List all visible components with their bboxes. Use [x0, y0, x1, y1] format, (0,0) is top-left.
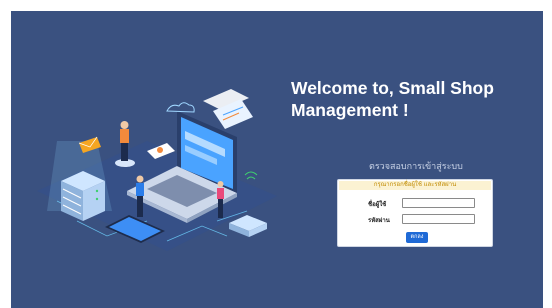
- username-field[interactable]: [402, 198, 475, 208]
- router-icon: [229, 215, 267, 237]
- cloud-icon: [166, 102, 195, 113]
- login-form-header: กรุณากรอกชื่อผู้ใช้ และรหัสผ่าน: [339, 181, 491, 190]
- floating-screen-icon: [203, 89, 253, 129]
- password-field[interactable]: [402, 214, 475, 224]
- login-form: กรุณากรอกชื่อผู้ใช้ และรหัสผ่าน ชื่อผู้ใ…: [337, 179, 493, 247]
- login-subtitle: ตรวจสอบการเข้าสู่ระบบ: [369, 161, 463, 171]
- page-title-line1: Welcome to, Small Shop: [291, 78, 494, 98]
- technology-illustration: [37, 89, 277, 251]
- server-rack-icon: [61, 171, 105, 221]
- login-page: Welcome to, Small Shop Management ! ตรวจ…: [11, 11, 543, 308]
- login-button[interactable]: ตกลง: [406, 232, 428, 243]
- password-label: รหัสผ่าน: [368, 218, 390, 224]
- page-title: Welcome to, Small Shop Management !: [291, 77, 541, 121]
- username-label: ชื่อผู้ใช้: [368, 202, 387, 208]
- wifi-icon: [244, 171, 258, 180]
- page-title-line2: Management !: [291, 100, 409, 120]
